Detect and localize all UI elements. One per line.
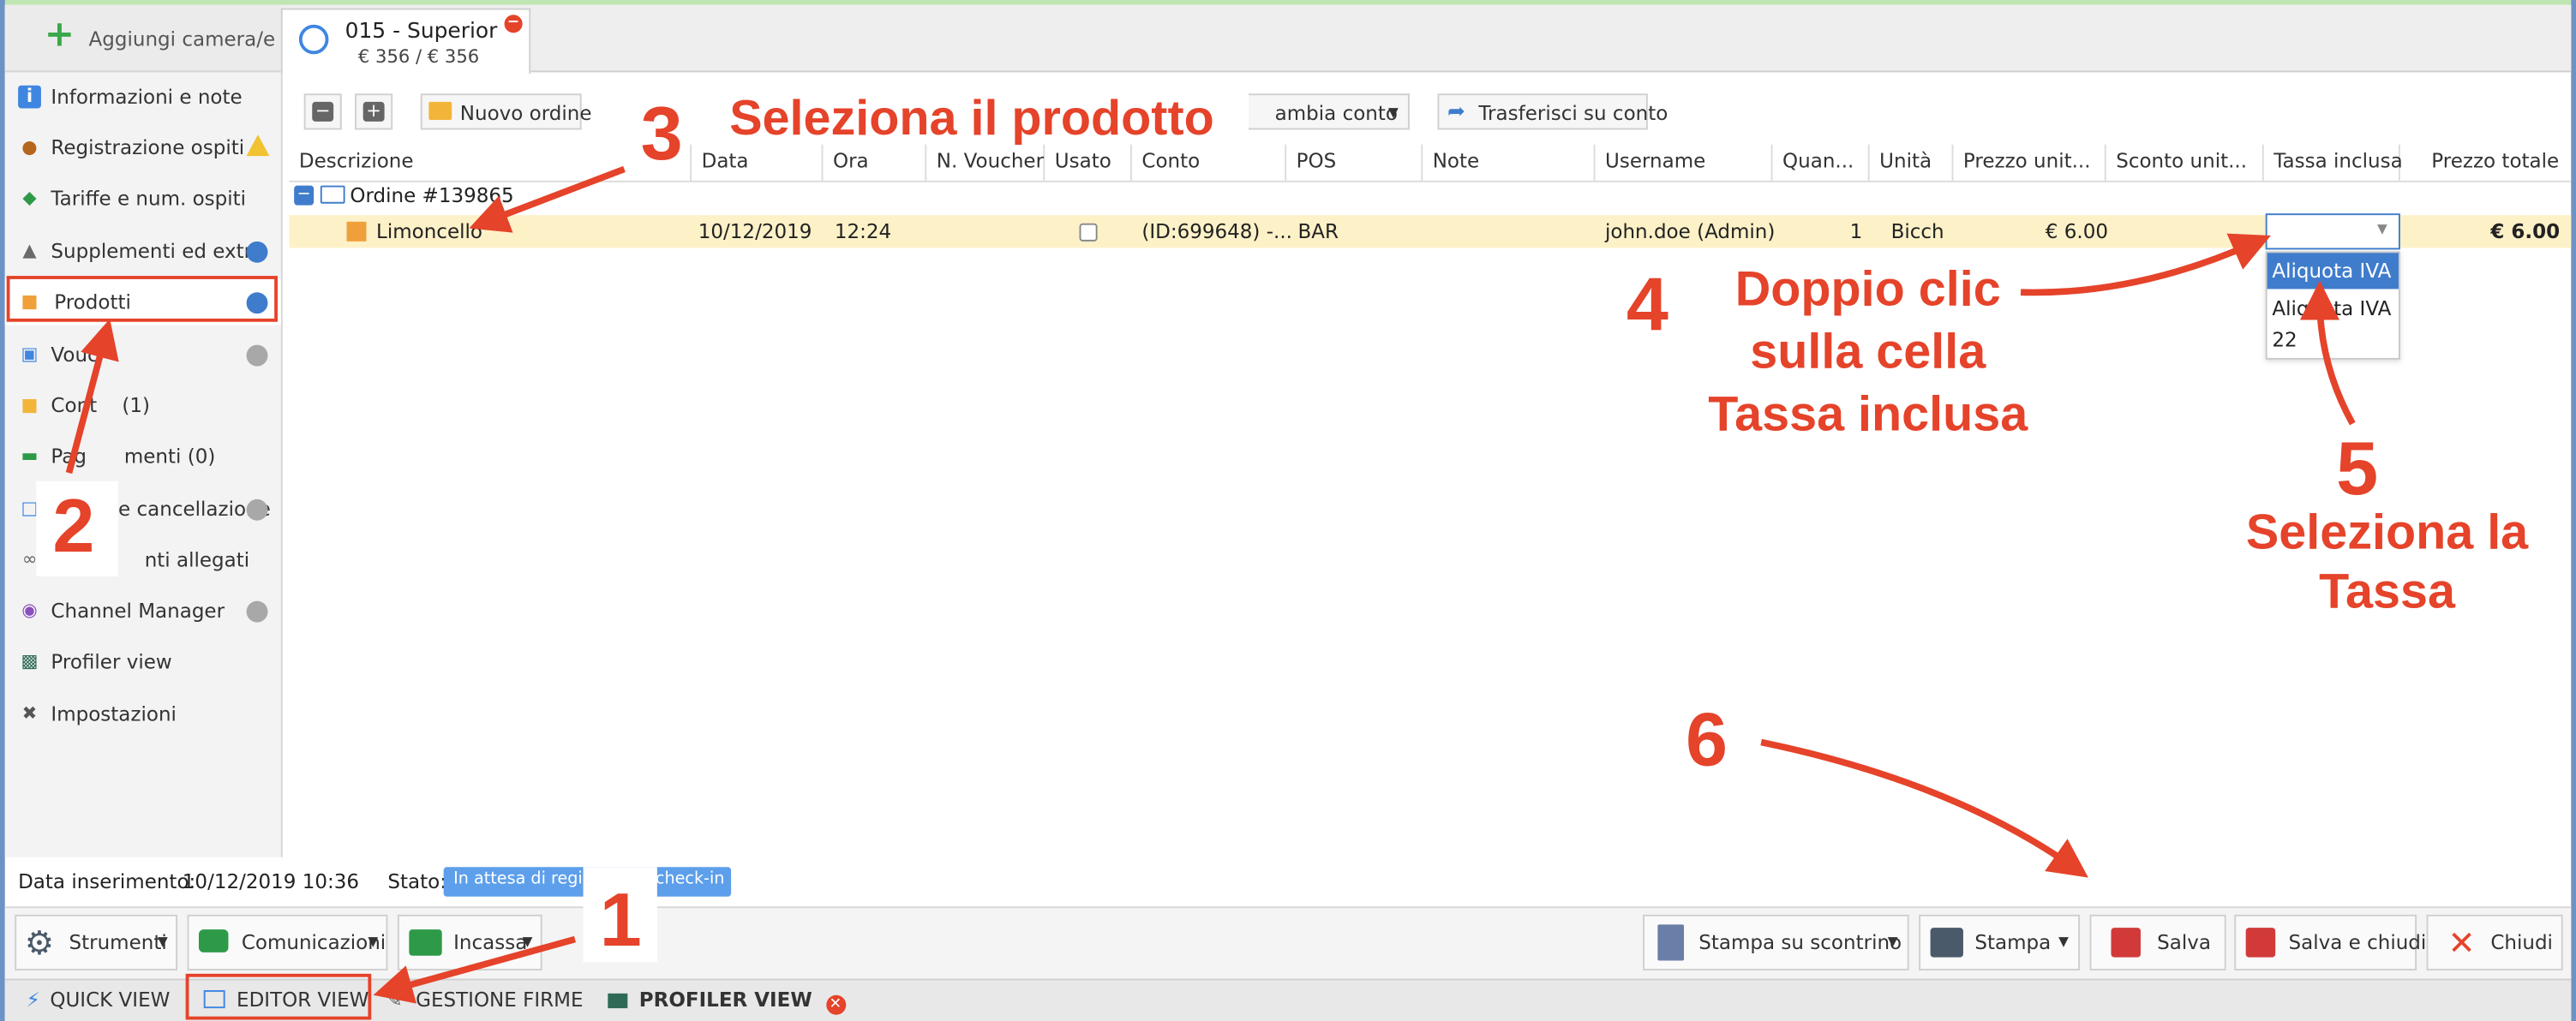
arrow-4 (2020, 233, 2271, 296)
arrow-2 (65, 319, 119, 475)
app-window: + Aggiungi camera/e i Informazioni e not… (0, 0, 2576, 1021)
annotation-arrows (65, 165, 2356, 1004)
arrow-6 (1760, 738, 2088, 878)
arrow-3 (469, 165, 626, 233)
arrow-1 (373, 935, 577, 1004)
arrow-5 (2299, 280, 2356, 426)
